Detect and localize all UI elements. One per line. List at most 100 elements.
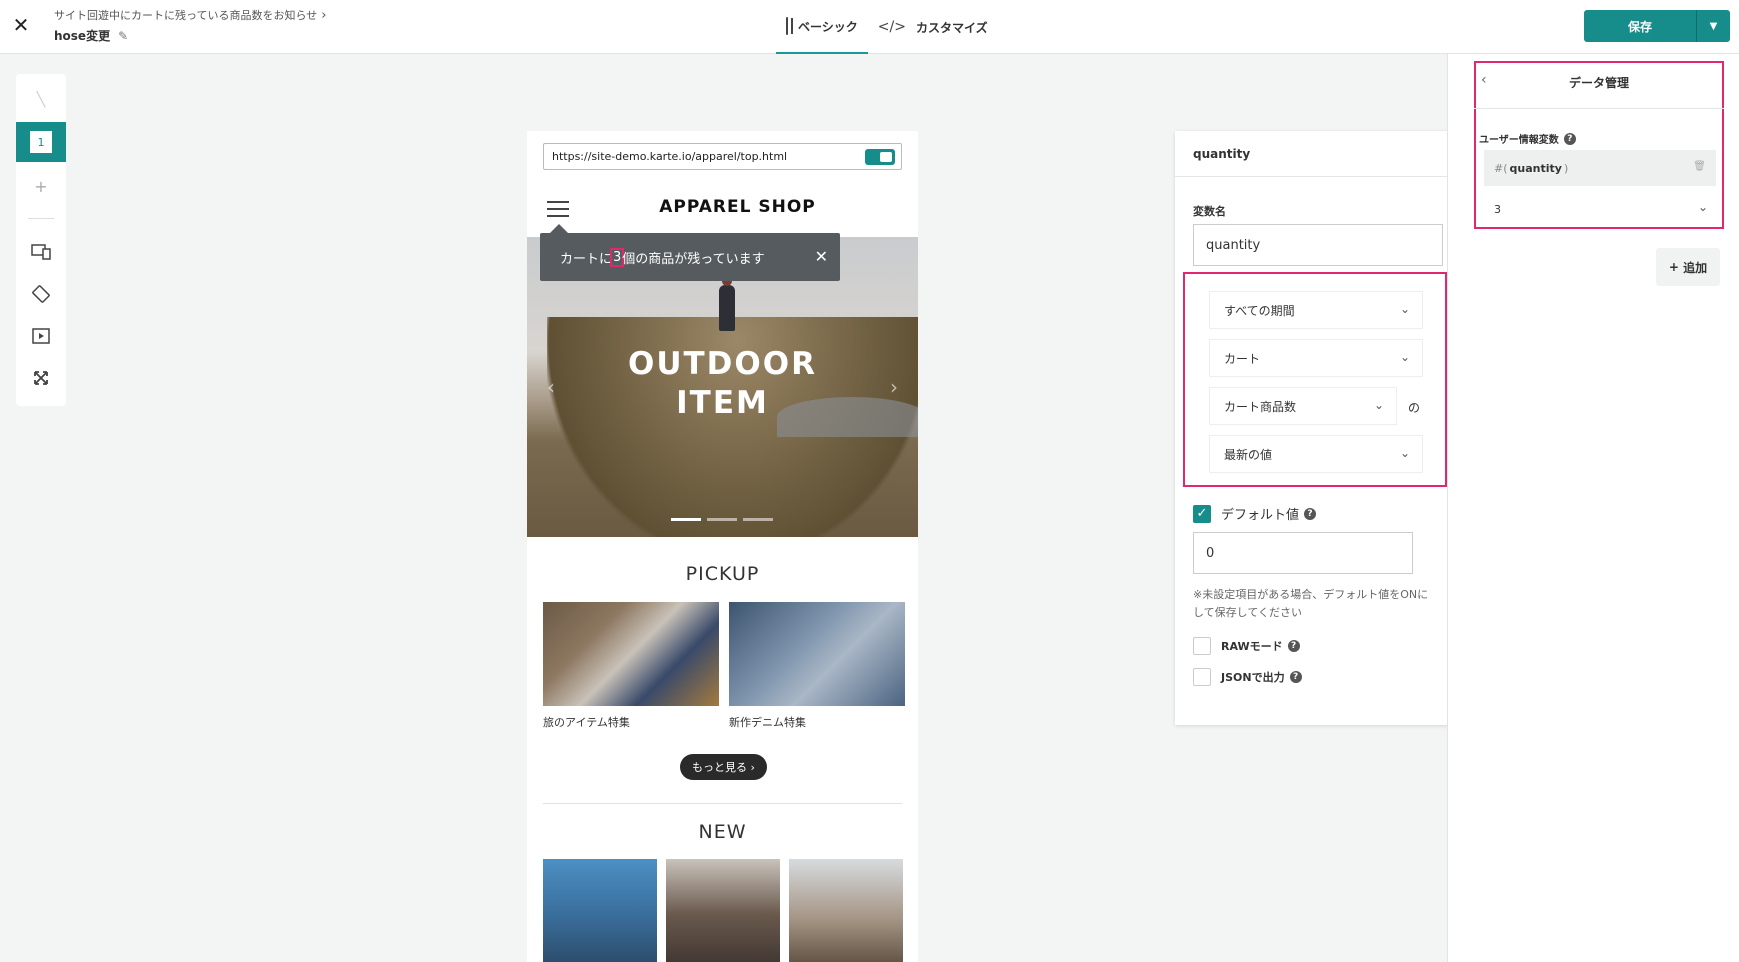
json-output-toggle[interactable]: JSONで出力?	[1193, 668, 1302, 686]
plus-icon: +	[1668, 260, 1679, 274]
raw-mode-toggle[interactable]: RAWモード?	[1193, 637, 1300, 655]
breadcrumb[interactable]: サイト回遊中にカートに残っている商品数をお知らせ ›	[54, 7, 326, 23]
new-title: NEW	[698, 821, 747, 843]
category-select[interactable]: カート ⌄	[1209, 339, 1423, 377]
hiker-figure	[719, 276, 735, 331]
toast-suffix: 個の商品が残っています	[622, 251, 765, 267]
rotate-icon[interactable]	[16, 274, 66, 314]
campaign-name-label: hose変更	[54, 29, 111, 43]
more-button[interactable]: もっと見る ›	[680, 754, 767, 780]
chevron-down-icon: ⌄	[1399, 446, 1410, 460]
play-icon[interactable]	[16, 316, 66, 356]
tool-rail: ╲ 1 +	[16, 74, 66, 406]
field-value: カート商品数	[1224, 399, 1297, 414]
tab-basic-label: ベーシック	[798, 19, 858, 34]
new-item-image[interactable]	[666, 859, 780, 962]
more-button-label: もっと見る	[692, 761, 748, 774]
period-value: すべての期間	[1224, 303, 1295, 318]
new-item-image[interactable]	[789, 859, 903, 962]
hero-carousel: OUTDOOR ITEM ‹ ›	[527, 237, 918, 537]
step-1-button[interactable]: 1	[16, 122, 66, 162]
panel-icon	[786, 17, 788, 35]
trash-icon[interactable]: 🗑	[1693, 161, 1706, 172]
pickup-label-denim[interactable]: 新作デニム特集	[729, 714, 806, 730]
carousel-dots	[671, 518, 773, 521]
device-icon[interactable]	[16, 232, 66, 272]
save-button-group: 保存 ▼	[1584, 10, 1730, 42]
top-bar: ✕ サイト回遊中にカートに残っている商品数をお知らせ › hose変更 ✎ ベーシッ…	[0, 0, 1739, 54]
rail-divider	[28, 218, 54, 219]
campaign-name: hose変更 ✎	[54, 27, 128, 44]
tab-customize[interactable]: </> カスタマイズ	[868, 0, 998, 54]
default-value-note: ※未設定項目がある場合、デフォルト値をONにして保存してください	[1193, 588, 1429, 619]
user-variable-label: ユーザー情報変数	[1479, 135, 1559, 146]
pickup-label-travel[interactable]: 旅のアイテム特集	[543, 714, 630, 730]
aggregation-select[interactable]: 最新の値 ⌄	[1209, 435, 1423, 473]
tab-basic[interactable]: ベーシック	[776, 0, 868, 54]
help-icon[interactable]: ?	[1287, 640, 1300, 652]
new-item-image[interactable]	[543, 859, 657, 962]
category-value: カート	[1224, 351, 1261, 366]
carousel-dot[interactable]	[707, 518, 737, 521]
chevron-right-icon: ›	[321, 8, 327, 23]
chevron-down-icon[interactable]: ▼	[1696, 10, 1730, 42]
cart-count: 3	[609, 247, 625, 267]
help-icon[interactable]: ?	[1563, 132, 1576, 145]
field-select[interactable]: カート商品数 ⌄	[1209, 387, 1397, 425]
chevron-left-icon[interactable]: ‹	[547, 375, 555, 399]
checkbox-checked-icon[interactable]: ✓	[1193, 504, 1211, 523]
variable-value-select[interactable]: 3 ⌄	[1484, 196, 1716, 222]
url-bar[interactable]: https://site-demo.karte.io/apparel/top.h…	[543, 143, 902, 170]
aggregation-value: 最新の値	[1224, 447, 1273, 462]
hero-title-line1: OUTDOOR	[628, 346, 817, 382]
pickup-image-travel[interactable]	[543, 602, 719, 706]
json-output-label: JSONで出力	[1221, 671, 1285, 684]
chevron-down-icon: ⌄	[1697, 200, 1708, 214]
variable-name-input[interactable]: quantity	[1193, 224, 1443, 266]
period-select[interactable]: すべての期間 ⌄	[1209, 291, 1423, 329]
carousel-dot[interactable]	[743, 518, 773, 521]
add-button-label: 追加	[1683, 260, 1708, 275]
default-value-input[interactable]: 0	[1193, 532, 1413, 574]
help-icon[interactable]: ?	[1304, 507, 1317, 520]
carousel-dot[interactable]	[671, 518, 701, 521]
step-number: 1	[30, 131, 52, 153]
close-icon[interactable]: ✕	[12, 14, 30, 36]
toast-prefix: カートに	[560, 251, 613, 267]
section-divider	[543, 803, 902, 804]
variable-chip[interactable]: #( quantity ) 🗑	[1484, 150, 1716, 186]
add-button[interactable]: + 追加	[1656, 248, 1720, 286]
cart-notification: カートに 3 個の商品が残っています ✕	[540, 224, 840, 281]
variable-editor-title: quantity	[1193, 146, 1251, 161]
help-icon[interactable]: ?	[1289, 671, 1302, 683]
variable-name-label: 変数名	[1193, 205, 1226, 218]
slash-icon[interactable]: ╲	[16, 80, 66, 120]
mode-tabs: ベーシック </> カスタマイズ	[776, 0, 998, 54]
checkbox-icon[interactable]	[1193, 668, 1211, 686]
hero-title-line2: ITEM	[676, 385, 769, 421]
tab-customize-label: カスタマイズ	[915, 20, 988, 35]
url-text: https://site-demo.karte.io/apparel/top.h…	[552, 150, 788, 163]
chevron-down-icon: ⌄	[1373, 398, 1384, 412]
add-step-icon[interactable]: +	[16, 166, 66, 206]
breadcrumb-label: サイト回遊中にカートに残っている商品数をお知らせ	[54, 9, 318, 22]
pickup-image-denim[interactable]	[729, 602, 905, 706]
shop-title: APPAREL SHOP	[659, 197, 816, 217]
default-value-toggle[interactable]: ✓ デフォルト値?	[1193, 504, 1317, 523]
raw-mode-label: RAWモード	[1221, 640, 1283, 653]
close-icon[interactable]: ✕	[815, 247, 828, 266]
variable-prefix: #(	[1494, 161, 1508, 175]
hero-title: OUTDOOR ITEM	[527, 345, 918, 423]
url-toggle[interactable]	[865, 149, 895, 165]
no-particle: の	[1408, 401, 1421, 415]
chevron-right-icon[interactable]: ›	[890, 375, 898, 399]
save-button[interactable]: 保存	[1584, 10, 1696, 42]
variable-editor-header: quantity ✕	[1175, 131, 1475, 177]
chevron-down-icon: ⌄	[1399, 302, 1410, 316]
checkbox-icon[interactable]	[1193, 637, 1211, 655]
fullscreen-icon[interactable]	[16, 358, 66, 398]
code-icon: </>	[877, 19, 906, 35]
variable-suffix: )	[1563, 161, 1569, 175]
variable-value: 3	[1494, 202, 1501, 216]
pencil-icon[interactable]: ✎	[118, 29, 128, 43]
